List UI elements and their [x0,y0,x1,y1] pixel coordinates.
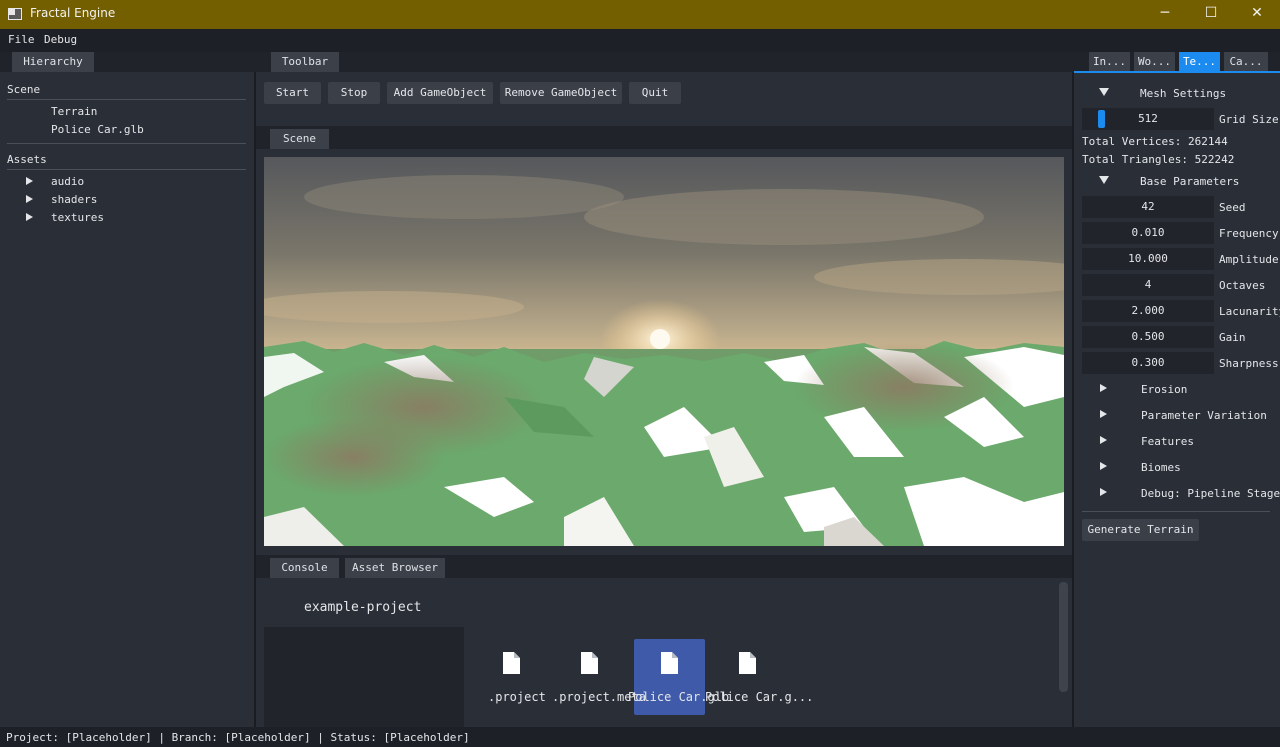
divider [7,99,246,100]
octaves-label: Octaves [1219,279,1266,292]
sharpness-label: Sharpness [1219,357,1279,370]
slider-handle[interactable] [1098,110,1105,128]
tab-console[interactable]: Console [270,558,339,578]
menu-bar [0,29,1280,52]
expand-arrow-icon[interactable] [1100,436,1107,444]
lacunarity-field[interactable]: 2.000 [1082,300,1214,322]
section-debug-pipeline-stages[interactable]: Debug: Pipeline Stages [1141,487,1280,500]
scrollbar[interactable] [1059,582,1068,692]
section-mesh-settings[interactable]: Mesh Settings [1140,87,1226,100]
tab-inspector[interactable]: In... [1089,52,1130,72]
gain-field[interactable]: 0.500 [1082,326,1214,348]
assets-header: Assets [7,153,47,166]
collapse-arrow-icon[interactable] [1099,176,1109,184]
expand-arrow-icon[interactable] [26,213,33,221]
gain-label: Gain [1219,331,1246,344]
collapse-arrow-icon[interactable] [1099,88,1109,96]
file-name: Police Car.g... [705,690,814,704]
file-item[interactable]: .project [486,652,546,714]
app-icon [8,8,22,20]
section-erosion[interactable]: Erosion [1141,383,1187,396]
grid-size-slider[interactable]: 512 [1082,108,1214,130]
lacunarity-label: Lacunarity [1219,305,1280,318]
frequency-label: Frequency [1219,227,1279,240]
terrain-render-image [264,157,1064,546]
scene-header: Scene [7,83,41,96]
tab-world[interactable]: Wo... [1134,52,1175,72]
divider [7,169,246,170]
asset-folder-shaders[interactable]: shaders [51,193,97,206]
section-base-parameters[interactable]: Base Parameters [1140,175,1239,188]
frequency-field[interactable]: 0.010 [1082,222,1214,244]
terrain-panel [1074,73,1280,727]
tab-toolbar[interactable]: Toolbar [271,52,339,72]
total-vertices-text: Total Vertices: 262144 [1082,135,1228,148]
total-triangles-text: Total Triangles: 522242 [1082,153,1235,166]
divider [1082,511,1270,512]
tab-camera[interactable]: Ca... [1224,52,1268,72]
hierarchy-panel [0,72,254,727]
quit-button[interactable]: Quit [629,82,681,104]
status-text: Project: [Placeholder] | Branch: [Placeh… [6,731,470,744]
tab-asset-browser[interactable]: Asset Browser [345,558,445,578]
menu-debug[interactable]: Debug [44,33,77,46]
generate-terrain-button[interactable]: Generate Terrain [1082,519,1199,541]
project-name: example-project [304,600,422,615]
grid-size-label: Grid Size [1219,113,1279,126]
grid-size-value: 512 [1138,112,1158,125]
maximize-button[interactable]: ☐ [1188,0,1234,29]
seed-field[interactable]: 42 [1082,196,1214,218]
minimize-button[interactable]: ─ [1142,0,1188,29]
expand-arrow-icon[interactable] [1100,488,1107,496]
amplitude-field[interactable]: 10.000 [1082,248,1214,270]
scene-item-terrain[interactable]: Terrain [51,105,97,118]
expand-arrow-icon[interactable] [26,177,33,185]
file-icon [503,652,520,674]
expand-arrow-icon[interactable] [26,195,33,203]
expand-arrow-icon[interactable] [1100,462,1107,470]
section-biomes[interactable]: Biomes [1141,461,1181,474]
tab-hierarchy[interactable]: Hierarchy [12,52,94,72]
file-item-selected[interactable]: Police Car.glb [628,652,729,714]
file-icon [739,652,756,674]
start-button[interactable]: Start [264,82,321,104]
window-title: Fractal Engine [30,6,116,20]
close-button[interactable]: ✕ [1234,0,1280,29]
tab-scene[interactable]: Scene [270,129,329,149]
divider [7,143,246,144]
seed-label: Seed [1219,201,1246,214]
file-item[interactable]: .project.meta [552,652,646,714]
file-item[interactable]: Police Car.g... [705,652,813,714]
asset-folder-textures[interactable]: textures [51,211,104,224]
scene-item-police-car[interactable]: Police Car.glb [51,123,144,136]
asset-folder-audio[interactable]: audio [51,175,84,188]
tab-terrain[interactable]: Te... [1179,52,1220,72]
file-name: .project [488,690,546,704]
file-icon [661,652,678,674]
expand-arrow-icon[interactable] [1100,410,1107,418]
file-icon [581,652,598,674]
amplitude-label: Amplitude [1219,253,1279,266]
folder-tree-pane [264,627,464,727]
remove-gameobject-button[interactable]: Remove GameObject [500,82,622,104]
menu-file[interactable]: File [8,33,35,46]
stop-button[interactable]: Stop [328,82,380,104]
scene-viewport[interactable] [264,157,1064,546]
section-features[interactable]: Features [1141,435,1194,448]
add-gameobject-button[interactable]: Add GameObject [387,82,493,104]
expand-arrow-icon[interactable] [1100,384,1107,392]
octaves-field[interactable]: 4 [1082,274,1214,296]
section-parameter-variation[interactable]: Parameter Variation [1141,409,1267,422]
title-bar [0,0,1280,29]
sharpness-field[interactable]: 0.300 [1082,352,1214,374]
